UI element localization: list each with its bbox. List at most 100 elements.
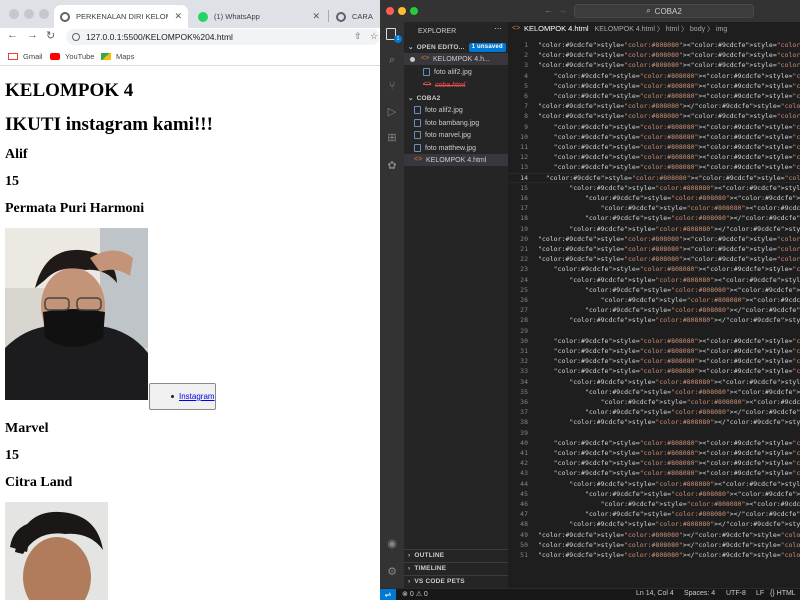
address-bar[interactable]: 127.0.0.1:5500/KELOMPOK%204.html ⇧ ☆ xyxy=(66,29,380,45)
breadcrumb[interactable]: KELOMPOK 4.html 〉 html 〉 body 〉 img xyxy=(595,24,728,34)
code-line[interactable]: "color:#9cdcfe">style="color:#808080"><"… xyxy=(538,438,800,448)
code-line[interactable]: "color:#9cdcfe">style="color:#808080"></… xyxy=(538,550,800,560)
code-line[interactable]: "color:#9cdcfe">style="color:#808080"><"… xyxy=(538,275,800,285)
vscode-pets-section[interactable]: › VS CODE PETS xyxy=(404,575,508,587)
code-line[interactable]: "color:#9cdcfe">style="color:#808080"><"… xyxy=(538,234,800,244)
code-line[interactable]: "color:#9cdcfe">style="color:#808080"><"… xyxy=(538,132,800,142)
code-line[interactable]: "color:#9cdcfe">style="color:#808080"><"… xyxy=(538,479,800,489)
code-line[interactable]: "color:#9cdcfe">style="color:#808080"></… xyxy=(538,213,800,223)
extensions-icon[interactable]: ⊞ xyxy=(386,132,398,144)
code-line[interactable]: "color:#9cdcfe">style="color:#808080"><"… xyxy=(538,295,800,305)
folder-section[interactable]: ⌄ COBA2 xyxy=(404,92,508,104)
code-line[interactable]: "color:#9cdcfe">style="color:#808080"><"… xyxy=(538,142,800,152)
code-line[interactable]: "color:#9cdcfe">style="color:#808080"><"… xyxy=(538,71,800,81)
file-item-active[interactable]: <> KELOMPOK 4.html xyxy=(404,154,508,166)
instagram-link[interactable]: Instagram xyxy=(179,392,215,401)
code-line[interactable]: "color:#9cdcfe">style="color:#808080"></… xyxy=(538,530,800,540)
code-line[interactable]: "color:#9cdcfe">style="color:#808080"><"… xyxy=(538,81,800,91)
forward-arrow-icon[interactable]: → xyxy=(27,29,38,41)
code-line[interactable]: "color:#9cdcfe">style="color:#808080"><"… xyxy=(538,366,800,376)
window-maximize-button[interactable] xyxy=(39,9,49,19)
code-line[interactable]: "color:#9cdcfe">style="color:#808080"><"… xyxy=(538,254,800,264)
code-line[interactable]: "color:#9cdcfe">style="color:#808080"><"… xyxy=(538,397,800,407)
code-line[interactable]: "color:#9cdcfe">style="color:#808080"><"… xyxy=(538,499,800,509)
code-line[interactable]: "color:#9cdcfe">style="color:#808080"><"… xyxy=(538,40,800,50)
code-line[interactable]: "color:#9cdcfe">style="color:#808080"></… xyxy=(538,540,800,550)
indentation[interactable]: Spaces: 4 xyxy=(684,590,715,597)
code-line[interactable]: "color:#9cdcfe">style="color:#808080"></… xyxy=(538,224,800,234)
reload-icon[interactable]: ↻ xyxy=(46,29,55,42)
file-item[interactable]: foto bambang.jpg xyxy=(404,117,508,129)
gear-icon[interactable]: ⚙ xyxy=(386,566,398,578)
code-line[interactable]: "color:#9cdcfe">style="color:#808080"><"… xyxy=(538,387,800,397)
window-minimize-button[interactable] xyxy=(398,7,406,15)
window-close-button[interactable] xyxy=(386,7,394,15)
more-actions-icon[interactable]: ⋯ xyxy=(494,24,502,33)
cursor-position[interactable]: Ln 14, Col 4 xyxy=(636,590,674,597)
code-line[interactable]: "color:#9cdcfe">style="color:#808080"><"… xyxy=(538,336,800,346)
open-editors-section[interactable]: ⌄ OPEN EDITO... 1 unsaved xyxy=(404,41,508,53)
code-line[interactable]: "color:#9cdcfe">style="color:#808080"><"… xyxy=(538,448,800,458)
encoding[interactable]: UTF-8 xyxy=(726,590,746,597)
code-line[interactable]: "color:#9cdcfe">style="color:#808080"><"… xyxy=(538,356,800,366)
code-line[interactable]: "color:#9cdcfe">style="color:#808080"></… xyxy=(538,417,800,427)
window-maximize-button[interactable] xyxy=(410,7,418,15)
file-item[interactable]: foto marvel.jpg xyxy=(404,129,508,141)
close-icon[interactable]: ✕ xyxy=(174,11,182,22)
editor-tab-active[interactable]: KELOMPOK 4.html xyxy=(524,24,589,33)
search-icon[interactable]: ⌕ xyxy=(386,54,398,66)
remote-icon[interactable]: ⇌ xyxy=(380,589,396,600)
window-close-button[interactable] xyxy=(9,9,19,19)
code-line[interactable]: "color:#9cdcfe">style="color:#808080"></… xyxy=(538,519,800,529)
command-center-search[interactable]: ⌕ COBA2 xyxy=(574,4,754,18)
code-line[interactable]: "color:#9cdcfe">style="color:#808080"></… xyxy=(538,305,800,315)
share-icon[interactable]: ⇧ xyxy=(354,31,362,42)
code-line[interactable]: "color:#9cdcfe">style="color:#808080"><"… xyxy=(538,60,800,70)
code-line[interactable]: "color:#9cdcfe">style="color:#808080"><"… xyxy=(538,50,800,60)
back-arrow-icon[interactable]: ← xyxy=(544,5,553,15)
code-line[interactable]: "color:#9cdcfe">style="color:#808080"><"… xyxy=(538,203,800,213)
problems-indicator[interactable]: ⊗ 0 ⚠ 0 xyxy=(402,590,428,598)
openai-icon[interactable]: ✿ xyxy=(386,160,398,172)
file-item[interactable]: foto matthew.jpg xyxy=(404,142,508,154)
bookmark-gmail[interactable]: Gmail xyxy=(8,52,43,61)
code-line[interactable]: "color:#9cdcfe">style="color:#808080"><"… xyxy=(538,152,800,162)
code-line[interactable]: "color:#9cdcfe">style="color:#808080"><"… xyxy=(538,489,800,499)
open-editor-item[interactable]: <> KELOMPOK 4.h... xyxy=(404,53,508,65)
code-line[interactable]: "color:#9cdcfe">style="color:#808080"></… xyxy=(538,315,800,325)
browser-tab-cara[interactable]: CARA MEN xyxy=(330,5,380,28)
browser-tab-active[interactable]: PERKENALAN DIRI KELOMPOK 4 ✕ xyxy=(54,5,188,28)
code-line[interactable]: "color:#9cdcfe">style="color:#808080"><"… xyxy=(538,285,800,295)
code-line[interactable]: "color:#9cdcfe">style="color:#808080"><"… xyxy=(538,193,800,203)
source-control-icon[interactable]: ⑂ xyxy=(386,80,398,92)
code-line[interactable]: "color:#9cdcfe">style="color:#808080"></… xyxy=(538,509,800,519)
instagram-button[interactable]: Instagram xyxy=(149,383,216,410)
bookmark-star-icon[interactable]: ☆ xyxy=(370,31,378,42)
file-item[interactable]: foto alif2.jpg xyxy=(404,104,508,116)
browser-tab-whatsapp[interactable]: (1) WhatsApp ✕ xyxy=(192,5,326,28)
bookmark-youtube[interactable]: YouTube xyxy=(50,52,94,61)
account-icon[interactable]: ◉ xyxy=(386,538,398,550)
code-line[interactable]: "color:#9cdcfe">style="color:#808080"><"… xyxy=(538,111,800,121)
close-icon[interactable]: ✕ xyxy=(312,11,320,22)
code-line[interactable]: "color:#9cdcfe">style="color:#808080"><"… xyxy=(538,244,800,254)
language-mode[interactable]: {} HTML xyxy=(770,590,796,597)
code-line[interactable]: "color:#9cdcfe">style="color:#808080"><"… xyxy=(538,458,800,468)
code-line[interactable]: "color:#9cdcfe">style="color:#808080"><"… xyxy=(538,377,800,387)
code-line[interactable]: "color:#9cdcfe">style="color:#808080"><"… xyxy=(538,264,800,274)
open-editor-item[interactable]: foto alif2.jpg xyxy=(404,66,508,78)
code-line[interactable]: "color:#9cdcfe">style="color:#808080"><"… xyxy=(538,346,800,356)
bookmark-maps[interactable]: Maps xyxy=(101,52,134,61)
site-info-icon[interactable] xyxy=(72,33,80,41)
code-line[interactable]: "color:#9cdcfe">style="color:#808080"><"… xyxy=(538,183,800,193)
code-line[interactable]: "color:#9cdcfe">style="color:#808080"><"… xyxy=(538,173,800,183)
forward-arrow-icon[interactable]: → xyxy=(558,5,567,15)
back-arrow-icon[interactable]: ← xyxy=(7,29,18,41)
code-line[interactable]: "color:#9cdcfe">style="color:#808080"></… xyxy=(538,407,800,417)
timeline-section[interactable]: › TIMELINE xyxy=(404,562,508,574)
window-minimize-button[interactable] xyxy=(24,9,34,19)
line-ending[interactable]: LF xyxy=(756,590,764,597)
run-debug-icon[interactable]: ▷ xyxy=(386,106,398,118)
outline-section[interactable]: › OUTLINE xyxy=(404,549,508,561)
open-editor-item-deleted[interactable]: <> coba.html xyxy=(404,79,508,91)
